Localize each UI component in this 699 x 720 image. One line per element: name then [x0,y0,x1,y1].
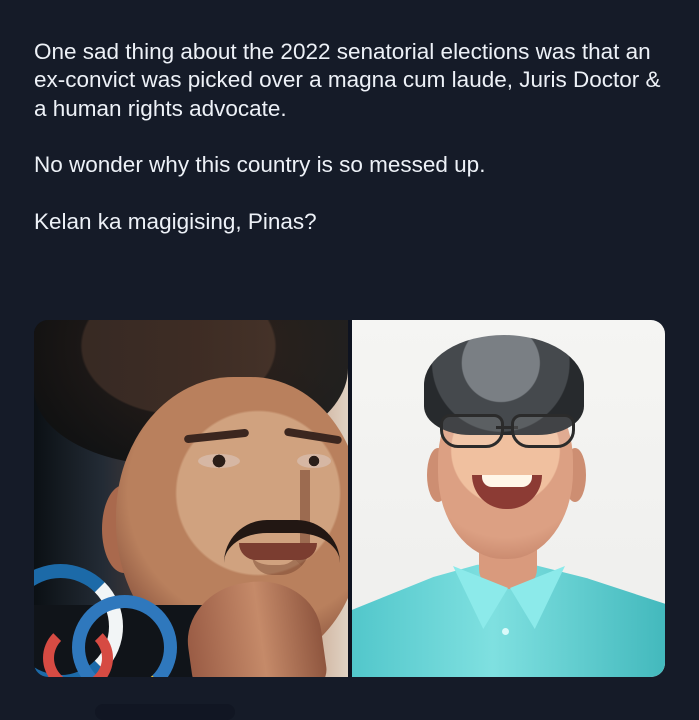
mouth [239,543,317,560]
tweet-card: One sad thing about the 2022 senatorial … [0,0,699,720]
right-eye [297,454,331,468]
left-eye [198,454,240,468]
tweet-media-grid[interactable] [34,320,665,677]
tweet-text: One sad thing about the 2022 senatorial … [34,38,674,236]
tweet-paragraph-3: Kelan ka magigising, Pinas? [34,208,317,234]
right-portrait-image[interactable] [352,320,665,677]
right-lens [511,414,575,448]
tweet-paragraph-2: No wonder why this country is so messed … [34,152,486,178]
left-portrait-image[interactable] [34,320,348,677]
teeth [482,475,532,487]
shirt-button [502,628,509,635]
glasses-icon [432,414,578,448]
bottom-shadow [95,704,235,720]
tweet-paragraph-1: One sad thing about the 2022 senatorial … [34,39,661,121]
left-lens [440,414,504,448]
